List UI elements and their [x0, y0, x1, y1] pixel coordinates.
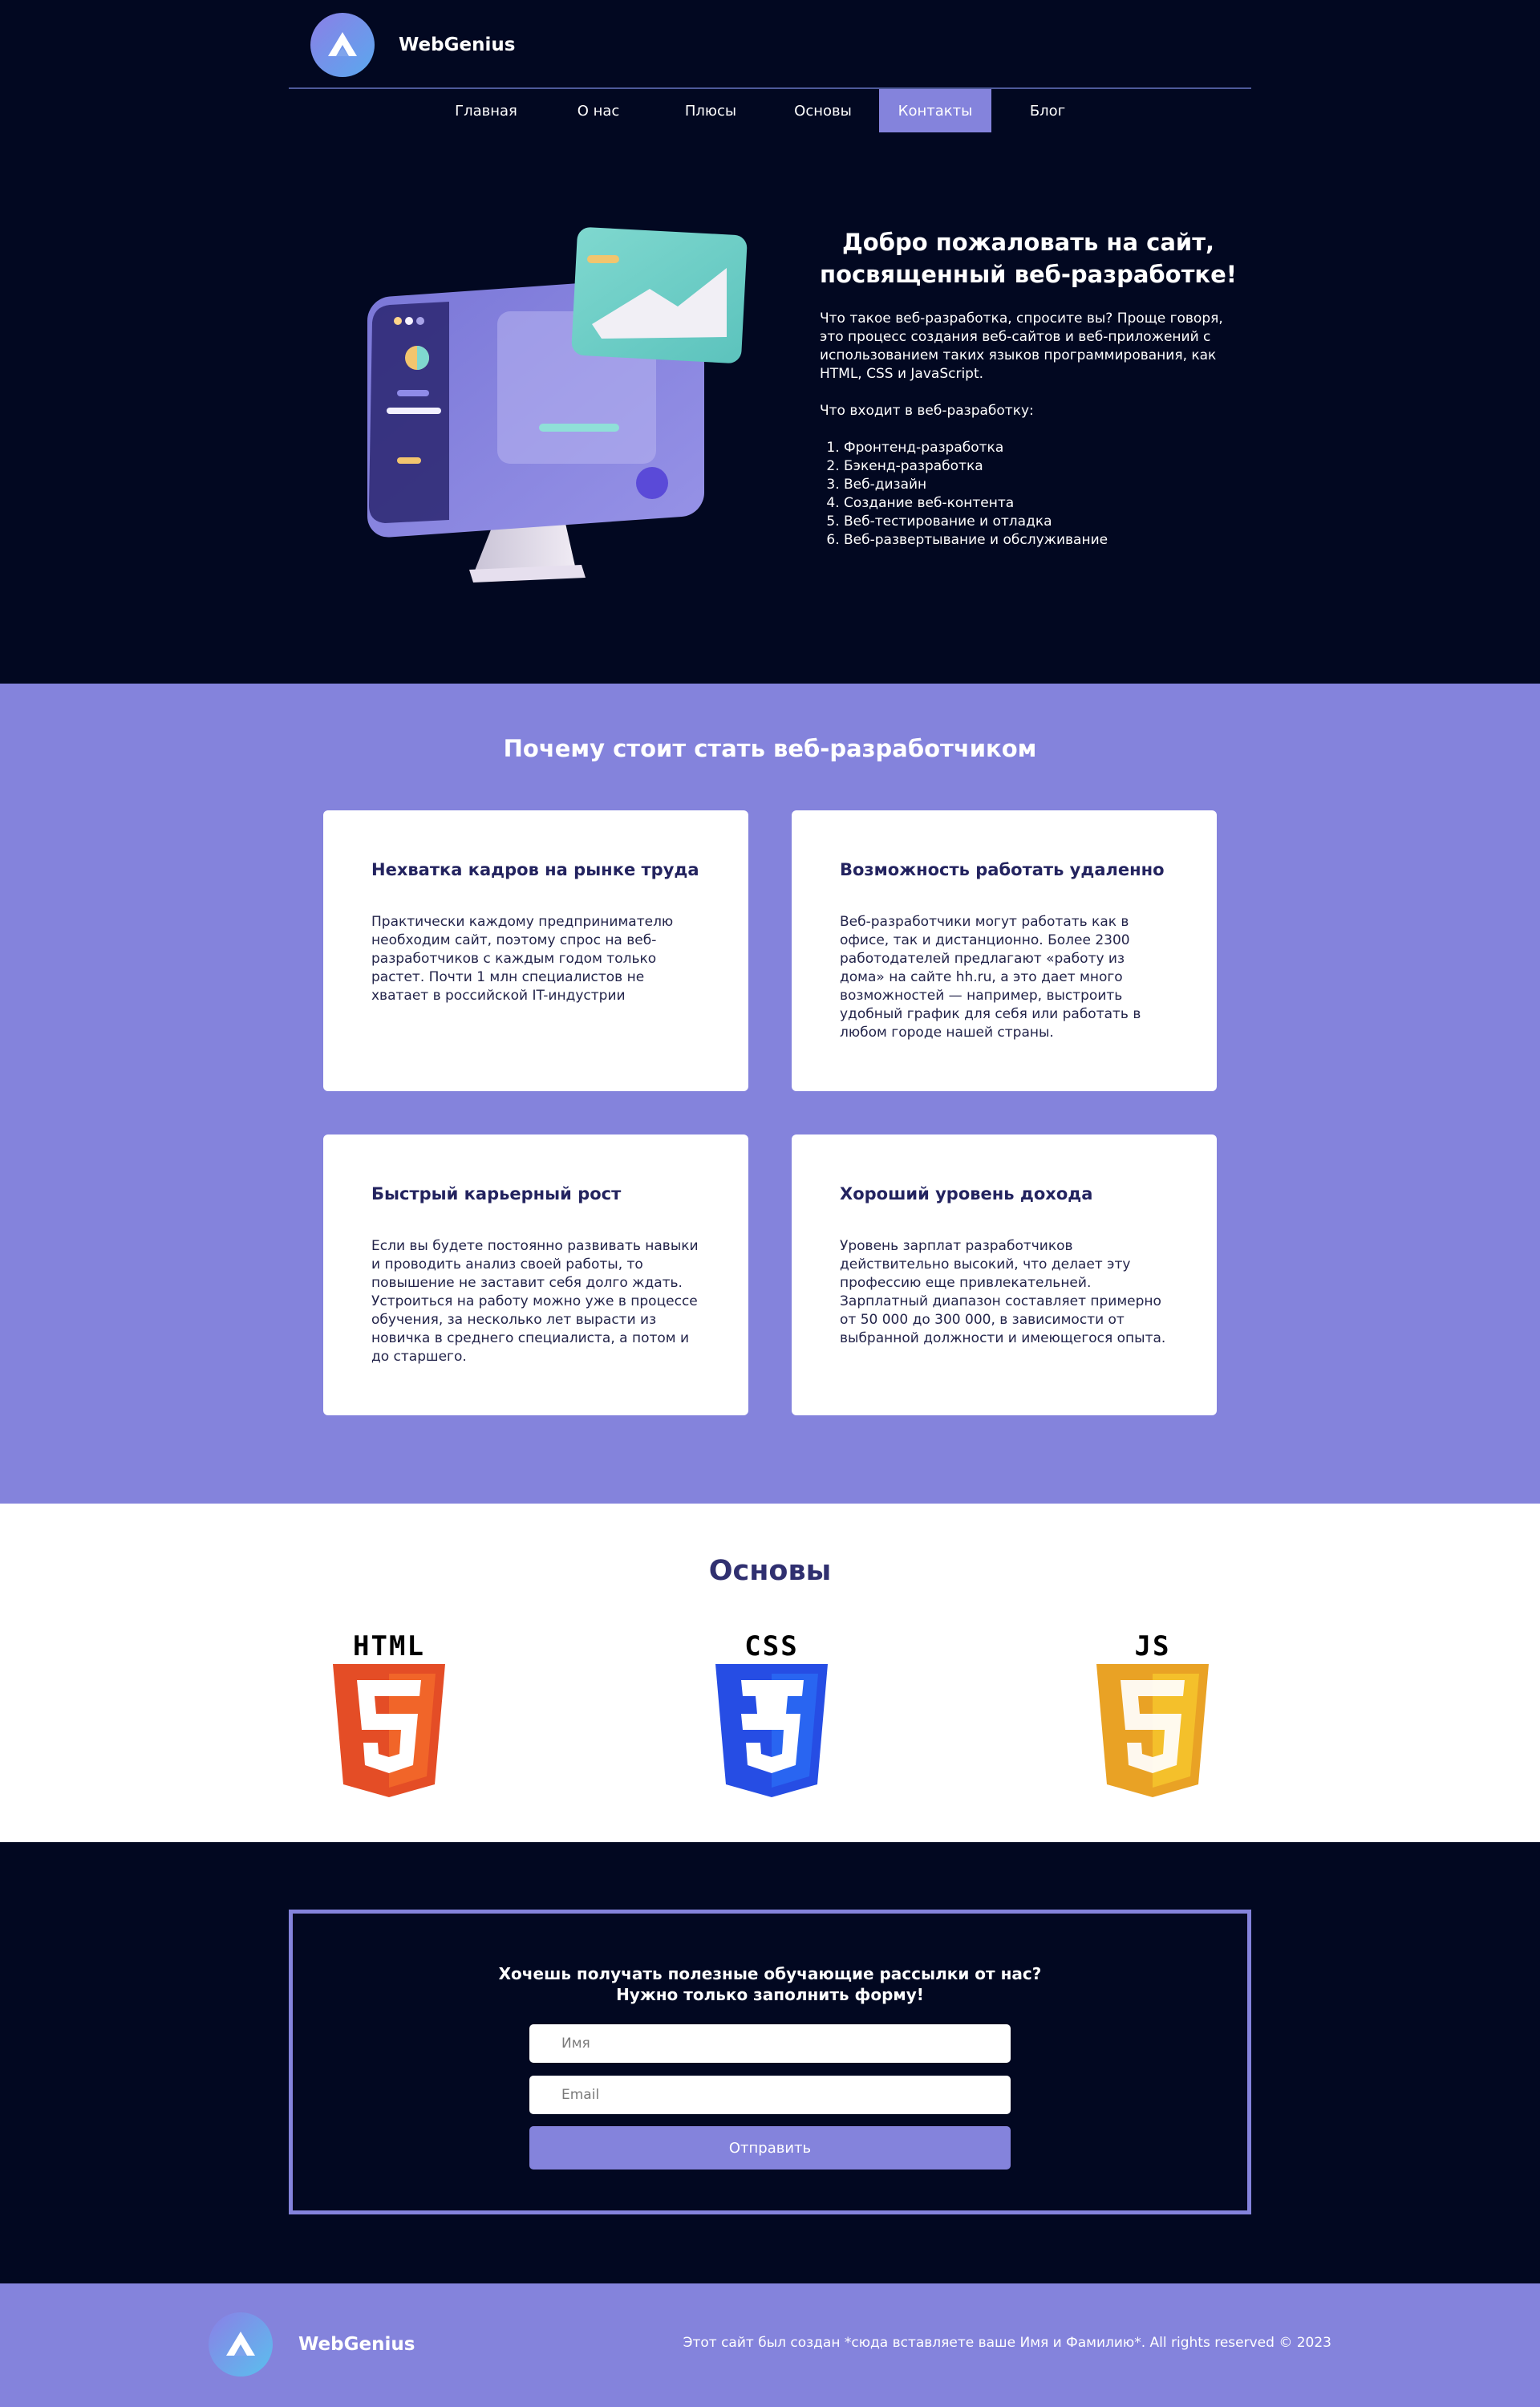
email-input[interactable] — [529, 2076, 1011, 2114]
hero-title: Добро пожаловать на сайт, посвященный ве… — [820, 226, 1237, 290]
nav-item-basics[interactable]: Основы — [767, 89, 879, 132]
nav-item-blog[interactable]: Блог — [991, 89, 1104, 132]
reason-card: Нехватка кадров на рынке труда Практичес… — [323, 810, 748, 1091]
basics-title: Основы — [708, 1555, 832, 1587]
subscribe-title-line-2: Нужно только заполнить форму! — [616, 1985, 924, 2004]
nav-item-home[interactable]: Главная — [430, 89, 542, 132]
header-section: WebGenius Главная О нас Плюсы Основы Кон… — [0, 0, 1540, 684]
why-section: Почему стоит стать веб-разработчиком Нех… — [0, 684, 1540, 1504]
subscribe-form: Хочешь получать полезные обучающие рассы… — [289, 1910, 1251, 2214]
list-item: Веб-тестирование и отладка — [844, 513, 1237, 531]
logo-icon — [209, 2312, 273, 2377]
hero-title-line-2: посвященный веб-разработке! — [820, 261, 1237, 288]
hero-title-line-1: Добро пожаловать на сайт, — [841, 229, 1215, 256]
card-title: Нехватка кадров на рынке труда — [371, 860, 699, 879]
hero-list: Фронтенд-разработка Бэкенд-разработка Ве… — [820, 439, 1237, 550]
nav-item-pluses[interactable]: Плюсы — [654, 89, 767, 132]
subscribe-title: Хочешь получать полезные обучающие рассы… — [293, 1963, 1247, 2005]
footer-logo[interactable]: WebGenius — [209, 2312, 415, 2377]
main-nav: Главная О нас Плюсы Основы Контакты Блог — [430, 89, 1104, 132]
hero-list-intro: Что входит в веб-разработку: — [820, 403, 1034, 419]
why-title: Почему стоит стать веб-разработчиком — [503, 735, 1037, 762]
html5-logo: HTML 5 — [325, 1630, 453, 1799]
list-item: Создание веб-контента — [844, 494, 1237, 513]
logo-icon — [310, 13, 375, 77]
nav-item-about[interactable]: О нас — [542, 89, 654, 132]
js-icon: 5 — [1096, 1664, 1209, 1797]
reason-card: Быстрый карьерный рост Если вы будете по… — [323, 1134, 748, 1415]
card-title: Хороший уровень дохода — [840, 1184, 1093, 1204]
name-input[interactable] — [529, 2024, 1011, 2063]
css3-icon: 3 — [715, 1664, 828, 1797]
list-item: Веб-дизайн — [844, 476, 1237, 494]
html5-icon: 5 — [333, 1664, 445, 1797]
card-text: Веб-разработчики могут работать как в оф… — [840, 914, 1141, 1041]
subscribe-title-line-1: Хочешь получать полезные обучающие рассы… — [498, 1964, 1042, 1983]
card-title: Быстрый карьерный рост — [371, 1184, 622, 1204]
card-title: Возможность работать удаленно — [840, 860, 1165, 879]
hero-computer-illustration — [361, 217, 754, 586]
list-item: Веб-развертывание и обслуживание — [844, 531, 1237, 550]
nav-item-contacts[interactable]: Контакты — [879, 89, 991, 132]
card-text: Практически каждому предпринимателю необ… — [371, 914, 674, 1004]
copyright-text: Этот сайт был создан *сюда вставляете ва… — [683, 2335, 1331, 2351]
hero-text-block: Добро пожаловать на сайт, посвященный ве… — [820, 226, 1237, 550]
reason-card: Хороший уровень дохода Уровень зарплат р… — [792, 1134, 1217, 1415]
list-item: Фронтенд-разработка — [844, 439, 1237, 457]
css3-logo: CSS 3 — [707, 1630, 836, 1799]
logo[interactable]: WebGenius — [310, 13, 515, 77]
basics-section: Основы HTML 5 CSS 3 JS 5 — [0, 1504, 1540, 1842]
footer-brand-name: WebGenius — [298, 2334, 415, 2355]
hero-paragraph: Что такое веб-разработка, спросите вы? П… — [820, 311, 1223, 382]
brand-name: WebGenius — [399, 35, 516, 55]
subscribe-section: Хочешь получать полезные обучающие рассы… — [0, 1842, 1540, 2283]
card-text: Если вы будете постоянно развивать навык… — [371, 1238, 699, 1365]
reason-card: Возможность работать удаленно Веб-разраб… — [792, 810, 1217, 1091]
footer: WebGenius Этот сайт был создан *сюда вст… — [0, 2283, 1540, 2407]
submit-button[interactable]: Отправить — [529, 2126, 1011, 2170]
list-item: Бэкенд-разработка — [844, 457, 1237, 476]
js-logo: JS 5 — [1088, 1630, 1217, 1799]
card-text: Уровень зарплат разработчиков действител… — [840, 1238, 1166, 1346]
